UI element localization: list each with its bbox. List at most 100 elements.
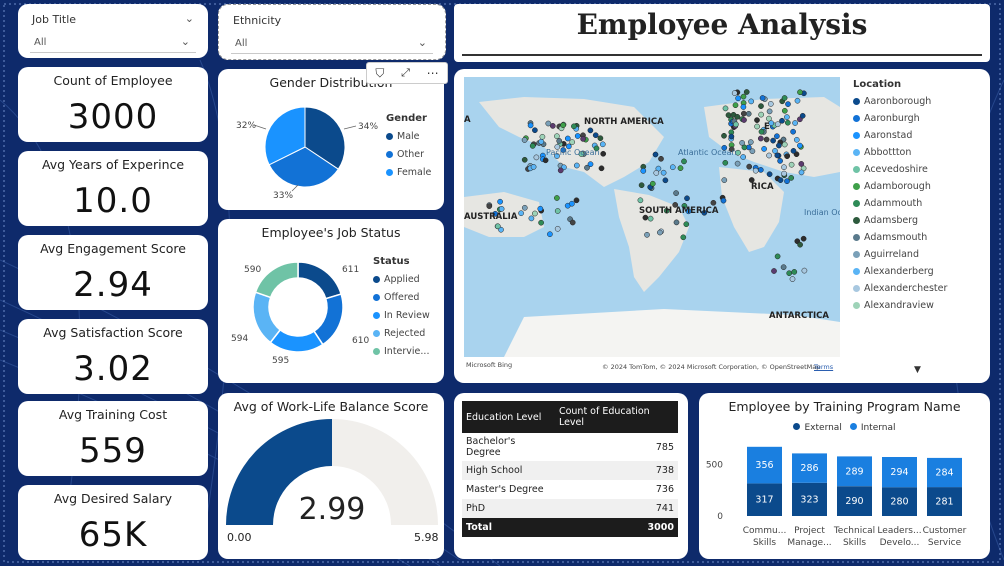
job-title-dropdown[interactable]: All ⌄ bbox=[30, 32, 196, 53]
map-point[interactable] bbox=[759, 95, 766, 101]
training-bar-chart[interactable]: 0 500 317 356 323 286 290 289 280 294 281 284 Comm… bbox=[699, 437, 990, 557]
ethnicity-dropdown[interactable]: All ⌄ bbox=[231, 33, 433, 54]
map-point[interactable] bbox=[521, 137, 528, 143]
map-point[interactable] bbox=[681, 158, 687, 165]
legend-item-external[interactable]: External bbox=[793, 423, 842, 433]
legend-item-applied[interactable]: Applied bbox=[373, 274, 430, 285]
map-point[interactable] bbox=[652, 151, 659, 158]
map-point[interactable] bbox=[777, 158, 783, 164]
map-point[interactable] bbox=[600, 150, 607, 157]
map-point[interactable] bbox=[792, 120, 798, 126]
map-point[interactable] bbox=[569, 139, 576, 145]
filter-icon[interactable]: ⛉ bbox=[375, 66, 384, 81]
chevron-down-icon[interactable]: ⌄ bbox=[418, 36, 427, 49]
map-point[interactable] bbox=[574, 133, 581, 139]
map-point[interactable] bbox=[569, 200, 575, 207]
map-point[interactable] bbox=[587, 127, 594, 134]
map-point[interactable] bbox=[684, 195, 690, 202]
legend-item-location[interactable]: Aaronborough bbox=[853, 96, 947, 107]
map-point[interactable] bbox=[680, 234, 687, 241]
location-map-card[interactable]: NORTH AMERICA SOUTH AMERICA AUSTRALIA AN… bbox=[454, 69, 990, 383]
donut-slice-4[interactable] bbox=[254, 261, 299, 299]
map-point[interactable] bbox=[647, 215, 654, 222]
map-point[interactable] bbox=[758, 111, 765, 118]
map-point[interactable] bbox=[798, 169, 805, 176]
map-point[interactable] bbox=[748, 98, 755, 105]
map-point[interactable] bbox=[554, 225, 561, 232]
chevron-down-icon[interactable]: ⌄ bbox=[181, 35, 190, 48]
map-point[interactable] bbox=[580, 136, 586, 142]
map-point[interactable] bbox=[741, 117, 747, 123]
map-point[interactable] bbox=[790, 128, 796, 135]
map-point[interactable] bbox=[721, 132, 727, 139]
job-status-donut-chart[interactable]: 611 610 595 594 590 bbox=[218, 239, 378, 381]
map-point[interactable] bbox=[743, 89, 750, 95]
map-point[interactable] bbox=[763, 136, 770, 143]
table-row[interactable]: PhD 741 bbox=[462, 499, 678, 518]
map-point[interactable] bbox=[542, 157, 549, 164]
map-point[interactable] bbox=[657, 229, 663, 236]
map-point[interactable] bbox=[638, 182, 645, 189]
map-point[interactable] bbox=[799, 112, 806, 119]
map-point[interactable] bbox=[758, 103, 764, 109]
education-table[interactable]: Education Level Count of Education Level… bbox=[462, 401, 678, 537]
map-point[interactable] bbox=[527, 122, 534, 129]
map-point[interactable] bbox=[757, 135, 764, 142]
donut-slice-3[interactable] bbox=[252, 291, 282, 344]
map-point[interactable] bbox=[784, 119, 791, 126]
legend-item-location[interactable]: Adamborough bbox=[853, 181, 947, 192]
map-point[interactable] bbox=[731, 90, 738, 96]
map-point[interactable] bbox=[598, 165, 605, 172]
map-point[interactable] bbox=[518, 210, 524, 217]
map-point[interactable] bbox=[710, 199, 717, 206]
map-terms-link[interactable]: Terms bbox=[814, 363, 833, 371]
map-point[interactable] bbox=[761, 146, 767, 152]
map-point[interactable] bbox=[538, 219, 544, 226]
map-point[interactable] bbox=[521, 156, 528, 163]
map-point[interactable] bbox=[494, 223, 501, 230]
map-point[interactable] bbox=[640, 168, 647, 174]
legend-item-location[interactable]: Aaronstad bbox=[853, 130, 947, 141]
map-point[interactable] bbox=[660, 169, 667, 176]
map-point[interactable] bbox=[573, 162, 580, 169]
map-point[interactable] bbox=[653, 170, 660, 176]
map-point[interactable] bbox=[752, 167, 759, 174]
map-point[interactable] bbox=[554, 133, 560, 140]
map-point[interactable] bbox=[800, 235, 807, 242]
map-point[interactable] bbox=[793, 136, 800, 143]
map-point[interactable] bbox=[498, 206, 505, 212]
map-point[interactable] bbox=[573, 197, 580, 204]
map-point[interactable] bbox=[533, 154, 540, 161]
map-point[interactable] bbox=[785, 101, 791, 107]
map-point[interactable] bbox=[781, 95, 788, 101]
map-point[interactable] bbox=[554, 208, 561, 214]
map-point[interactable] bbox=[673, 219, 680, 226]
training-program-chart-card[interactable]: Employee by Training Program Name Extern… bbox=[699, 393, 990, 559]
map-point[interactable] bbox=[569, 219, 576, 226]
map-point[interactable] bbox=[649, 180, 656, 187]
map-point[interactable] bbox=[774, 133, 780, 140]
map-point[interactable] bbox=[637, 197, 644, 204]
map-point[interactable] bbox=[757, 167, 764, 173]
job-title-slicer[interactable]: Job Title ⌄ All ⌄ bbox=[18, 4, 208, 58]
map-point[interactable] bbox=[740, 110, 747, 117]
map-point[interactable] bbox=[728, 133, 735, 140]
map-point[interactable] bbox=[554, 195, 560, 201]
legend-item-location[interactable]: Alexanderchester bbox=[853, 283, 947, 294]
map-point[interactable] bbox=[790, 148, 797, 154]
map-point[interactable] bbox=[556, 138, 563, 144]
map-point[interactable] bbox=[530, 164, 537, 170]
map-point[interactable] bbox=[754, 117, 760, 123]
map-point[interactable] bbox=[732, 102, 739, 109]
map-point[interactable] bbox=[683, 221, 690, 228]
map-point[interactable] bbox=[597, 135, 604, 142]
map-point[interactable] bbox=[722, 105, 729, 112]
map-point[interactable] bbox=[774, 121, 781, 128]
map-point[interactable] bbox=[560, 122, 566, 129]
map-point[interactable] bbox=[538, 138, 545, 145]
map-point[interactable] bbox=[788, 175, 795, 181]
map-point[interactable] bbox=[788, 161, 795, 168]
map-point[interactable] bbox=[677, 165, 684, 171]
map-point[interactable] bbox=[789, 276, 796, 282]
gender-distribution-card[interactable]: Gender Distribution 32% 34% 33% Gender M… bbox=[218, 69, 444, 210]
